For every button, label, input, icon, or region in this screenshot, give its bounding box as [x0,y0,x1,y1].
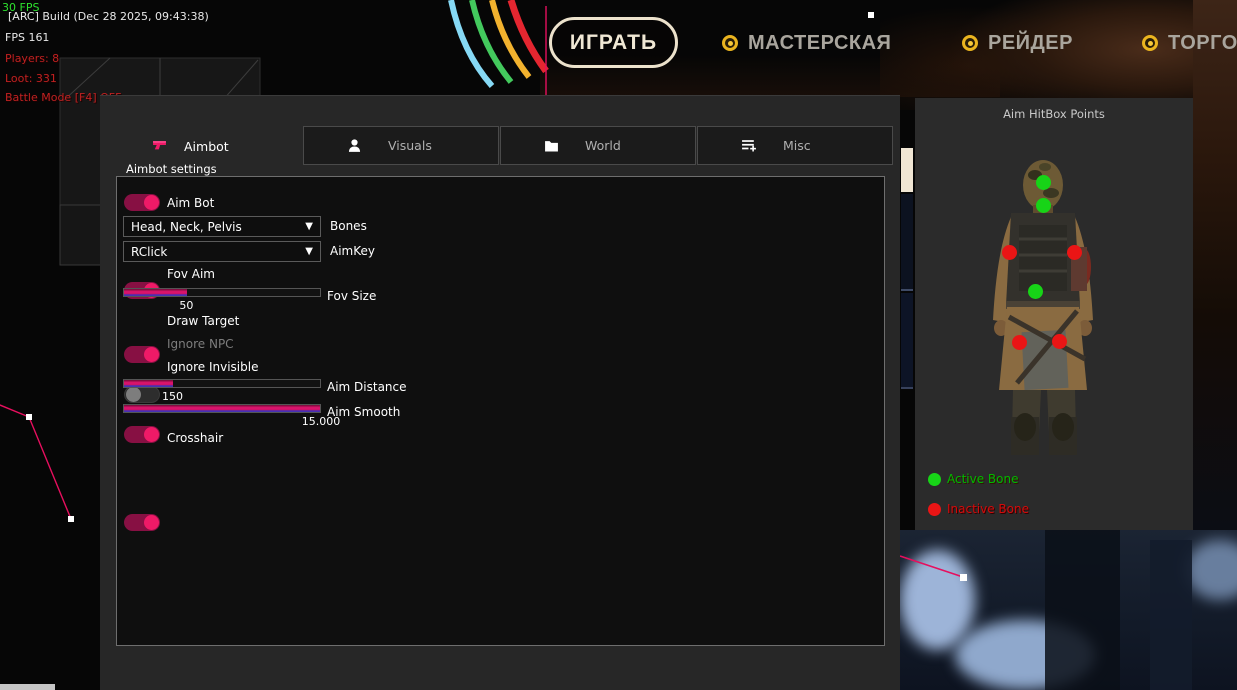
tab-visuals[interactable]: Visuals [303,126,499,165]
aim-bot-label: Aim Bot [167,196,214,210]
crosshair-toggle[interactable] [124,514,160,531]
active-bone-dot [928,473,941,486]
tab-label: Aimbot [184,139,229,154]
cheat-menu-panel: Aimbot Visuals World Misc [100,95,900,690]
toggle-knob [144,195,159,210]
hud-loot: Loot: 331 [5,72,57,85]
inactive-bone-dot [928,503,941,516]
aimkey-label: AimKey [330,244,375,258]
hitbox-dot-right-thigh [1052,334,1067,349]
background-light-blob [1185,540,1237,600]
toggle-knob [126,387,141,402]
menu-item-label: ТОРГО [1168,32,1237,55]
legend-label: Inactive Bone [947,502,1029,516]
tab-label: Misc [783,138,811,153]
hud-build-info: [ARC] Build (Dec 28 2025, 09:43:38) [8,10,209,23]
chevron-down-icon: ▼ [305,246,313,257]
tab-misc[interactable]: Misc [697,126,893,165]
legend-active-bone: Active Bone [928,472,1019,486]
pistol-icon [152,139,167,153]
slider-fill [124,405,320,412]
coin-icon [1142,35,1158,51]
aimkey-dropdown[interactable]: RClick ▼ [123,241,321,262]
bones-value: Head, Neck, Pelvis [131,220,305,234]
chevron-down-icon: ▼ [305,221,313,232]
bones-label: Bones [330,219,367,233]
background-cream-strip [901,148,913,192]
background-navy-strip [901,293,913,389]
ignore-invisible-toggle[interactable] [124,426,160,443]
menu-item-trader[interactable]: ТОРГО [1142,28,1237,58]
hitbox-points-layer [915,98,1193,530]
tab-world[interactable]: World [500,126,696,165]
aim-smooth-slider[interactable] [123,404,321,413]
background-light-blob [900,550,975,650]
hitbox-dot-right-shoulder [1067,245,1082,260]
aim-smooth-label: Aim Smooth [327,405,400,419]
play-button[interactable]: ИГРАТЬ [549,17,678,68]
slider-fill [124,380,173,387]
background-dark-column [1150,540,1192,690]
hitbox-dot-left-thigh [1012,335,1027,350]
aim-distance-slider[interactable] [123,379,321,388]
hitbox-dot-left-shoulder [1002,245,1017,260]
menu-item-label: РЕЙДЕР [988,32,1073,55]
toggle-knob [144,515,159,530]
screen: 30 FPS [ARC] Build (Dec 28 2025, 09:43:3… [0,0,1237,690]
hud-players: Players: 8 [5,52,59,65]
legend-inactive-bone: Inactive Bone [928,502,1029,516]
ignore-npc-toggle[interactable] [124,386,160,403]
person-icon [347,138,362,153]
hitbox-dot-pelvis [1028,284,1043,299]
fov-size-label: Fov Size [327,289,376,303]
ignore-invisible-label: Ignore Invisible [167,360,258,374]
hitbox-panel: Aim HitBox Points [915,98,1193,530]
background-industrial-scene [900,530,1237,690]
toggle-knob [144,347,159,362]
fov-size-value: 50 [179,299,193,312]
tab-label: World [585,138,621,153]
tab-label: Visuals [388,138,432,153]
ignore-npc-label: Ignore NPC [167,337,234,351]
background-dark-column [1045,530,1120,690]
group-title: Aimbot settings [120,162,223,176]
hitbox-dot-neck [1036,198,1051,213]
menu-item-workshop[interactable]: МАСТЕРСКАЯ [722,28,891,58]
background-navy-strip [901,194,913,291]
toggle-knob [144,427,159,442]
aimkey-value: RClick [131,245,305,259]
fov-size-slider[interactable] [123,288,321,297]
coin-icon [722,35,738,51]
menu-item-raider[interactable]: РЕЙДЕР [962,28,1073,58]
aim-bot-toggle[interactable] [124,194,160,211]
crosshair-label: Crosshair [167,431,223,445]
folder-icon [544,139,559,153]
legend-label: Active Bone [947,472,1019,486]
slider-fill [124,289,187,296]
aim-distance-label: Aim Distance [327,380,407,394]
background-wall [1193,0,1237,530]
tab-aimbot[interactable]: Aimbot [152,134,302,158]
hitbox-dot-head [1036,175,1051,190]
playlist-add-icon [741,138,757,153]
draw-target-label: Draw Target [167,314,239,328]
menu-item-label: МАСТЕРСКАЯ [748,32,891,55]
bones-dropdown[interactable]: Head, Neck, Pelvis ▼ [123,216,321,237]
coin-icon [962,35,978,51]
background-bottom-bar [0,684,55,690]
hud-fps: FPS 161 [5,31,49,44]
aim-distance-value: 150 [162,390,183,403]
draw-target-toggle[interactable] [124,346,160,363]
fov-aim-label: Fov Aim [167,267,215,281]
